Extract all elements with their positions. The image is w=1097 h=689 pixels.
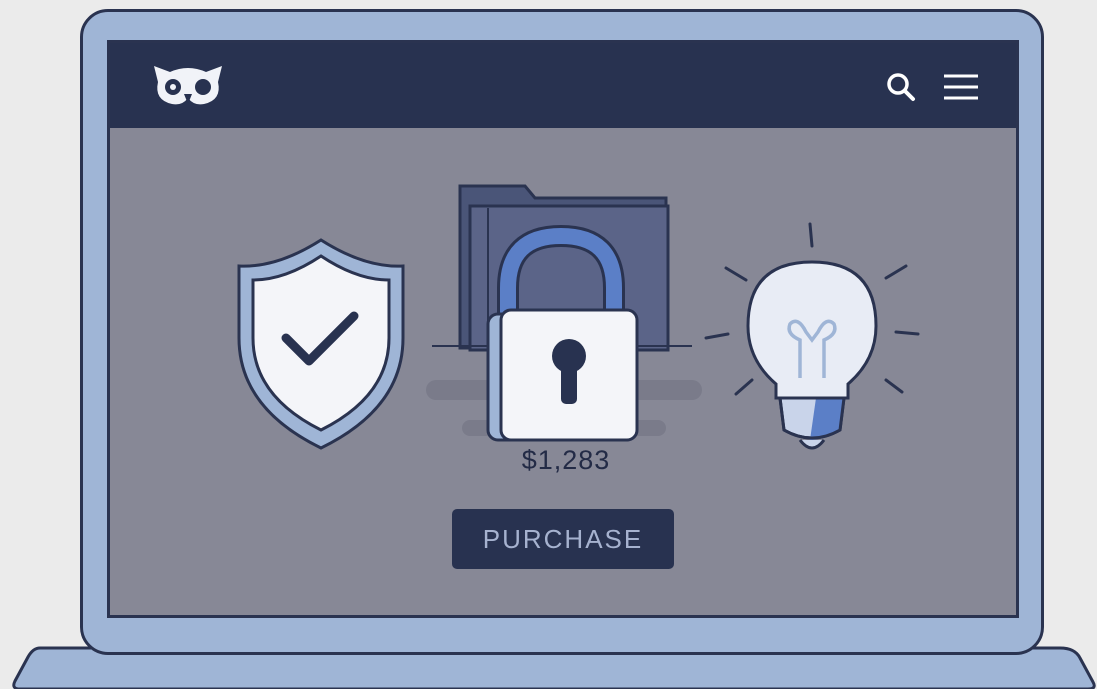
shield-check-icon <box>237 238 405 450</box>
menu-button[interactable] <box>940 69 982 105</box>
stage: $1,283 PURCHASE <box>0 0 1097 689</box>
search-button[interactable] <box>882 69 922 105</box>
purchase-button[interactable]: PURCHASE <box>452 509 674 569</box>
price-label: $1,283 <box>521 445 611 475</box>
hamburger-menu-icon <box>944 74 978 100</box>
search-icon <box>887 73 915 101</box>
lightbulb-icon <box>704 222 920 450</box>
app-header <box>110 43 1016 128</box>
owl-logo-icon[interactable] <box>148 60 228 110</box>
laptop-screen: $1,283 PURCHASE <box>107 40 1019 618</box>
